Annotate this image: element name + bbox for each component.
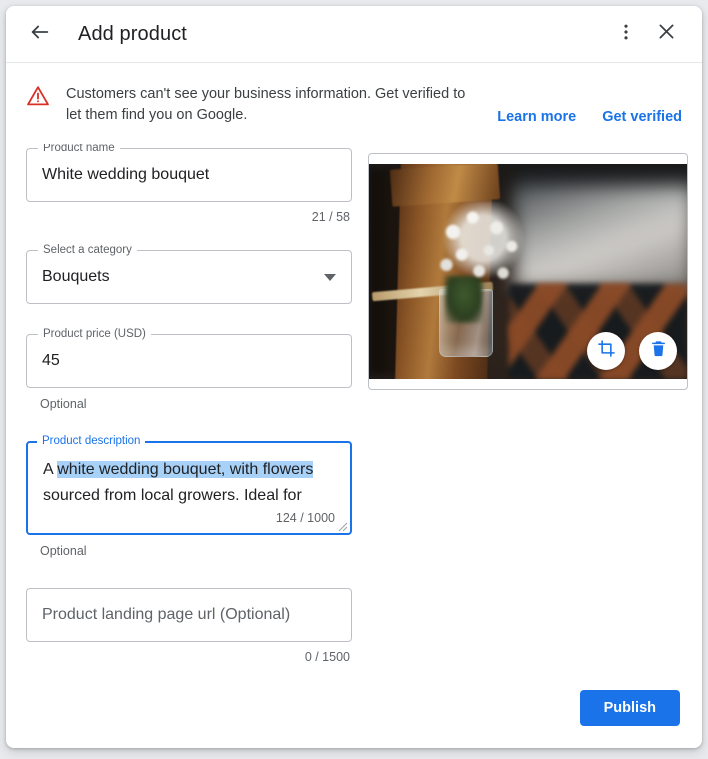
page-title: Add product — [78, 22, 187, 45]
product-photo — [369, 164, 687, 379]
verification-banner: Customers can't see your business inform… — [6, 63, 702, 144]
resize-grip[interactable] — [336, 519, 348, 532]
description-helper-text: Optional — [40, 544, 87, 558]
price-label: Product price (USD) — [38, 328, 151, 341]
image-card — [368, 153, 688, 390]
description-label: Product description — [37, 435, 146, 448]
product-name-counter: 21 / 58 — [311, 210, 350, 224]
landing-url-input[interactable]: Product landing page url (Optional) — [26, 588, 352, 642]
delete-image-button[interactable] — [639, 332, 677, 370]
category-select[interactable]: Select a category Bouquets — [26, 244, 352, 304]
back-button[interactable] — [20, 14, 60, 54]
learn-more-link[interactable]: Learn more — [497, 109, 576, 125]
product-name-input[interactable]: Product name White wedding bouquet — [26, 144, 352, 202]
photo-flowers — [429, 200, 538, 304]
trash-icon — [649, 339, 668, 363]
crop-icon — [597, 339, 616, 363]
description-field-wrap: Product description A white wedding bouq… — [26, 435, 352, 558]
crop-image-button[interactable] — [587, 332, 625, 370]
dialog-footer: Publish — [6, 676, 702, 748]
chevron-down-icon — [324, 273, 336, 281]
landing-url-field-wrap: Product landing page url (Optional) 0 / … — [26, 588, 352, 664]
close-icon — [656, 21, 677, 47]
category-value: Bouquets — [42, 268, 110, 285]
publish-button[interactable]: Publish — [579, 690, 680, 726]
banner-message: Customers can't see your business inform… — [66, 86, 466, 123]
warning-triangle-icon — [26, 84, 50, 113]
banner-links: Learn more Get verified — [497, 109, 682, 126]
dialog-body: Product name White wedding bouquet 21 / … — [6, 144, 702, 676]
product-name-field-wrap: Product name White wedding bouquet 21 / … — [26, 144, 352, 224]
price-value: 45 — [42, 352, 60, 369]
close-button[interactable] — [646, 14, 686, 54]
more-vert-icon — [616, 22, 636, 47]
product-name-value: White wedding bouquet — [42, 166, 210, 183]
price-helper-text: Optional — [40, 397, 87, 411]
category-field-wrap: Select a category Bouquets — [26, 244, 352, 304]
description-prefix: A — [43, 461, 58, 478]
landing-url-placeholder: Product landing page url (Optional) — [42, 606, 291, 623]
price-field-wrap: Product price (USD) 45 Optional — [26, 328, 352, 411]
product-form: Product name White wedding bouquet 21 / … — [26, 144, 352, 676]
add-product-dialog: Add product Customers can't see your bus… — [6, 6, 702, 748]
landing-url-counter: 0 / 1500 — [304, 650, 350, 664]
arrow-left-icon — [29, 21, 51, 48]
product-image-panel — [368, 148, 688, 676]
description-counter: 124 / 1000 — [275, 511, 335, 525]
get-verified-link[interactable]: Get verified — [602, 109, 682, 125]
product-description-textarea[interactable]: Product description A white wedding bouq… — [26, 435, 352, 535]
photo-actions — [587, 332, 677, 370]
product-price-input[interactable]: Product price (USD) 45 — [26, 328, 352, 388]
dialog-header: Add product — [6, 6, 702, 63]
category-label: Select a category — [38, 244, 137, 257]
description-line-2: sourced from local growers. Ideal for — [43, 487, 302, 504]
description-line-1: A white wedding bouquet, with flowers — [43, 457, 314, 483]
more-options-button[interactable] — [606, 14, 646, 54]
photo-haze — [515, 185, 687, 289]
description-selected-text: white wedding bouquet, with flowers — [57, 461, 314, 478]
product-name-label: Product name — [38, 144, 120, 155]
